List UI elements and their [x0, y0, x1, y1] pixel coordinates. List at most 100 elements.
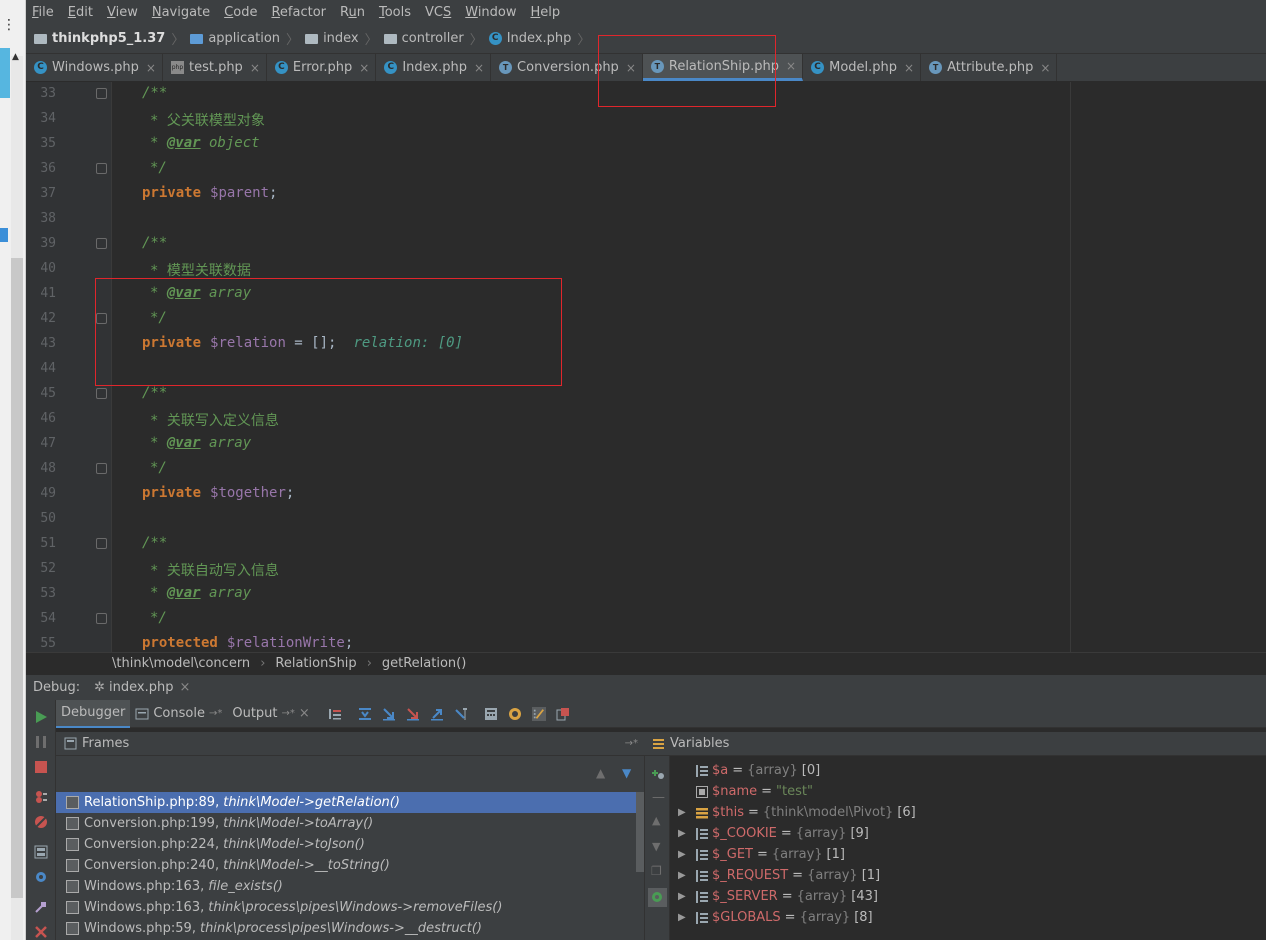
close-icon[interactable] — [34, 925, 48, 939]
step-into-icon[interactable] — [382, 707, 396, 721]
close-tab-icon[interactable]: × — [299, 706, 310, 721]
restore-layout-icon[interactable] — [556, 707, 570, 721]
fold-marker-icon[interactable] — [96, 88, 107, 99]
evaluate-expression-icon[interactable] — [484, 707, 498, 721]
pin-icon[interactable] — [34, 900, 48, 914]
move-up-icon[interactable]: ▲ — [652, 814, 660, 827]
fold-marker-icon[interactable] — [96, 613, 107, 624]
menu-view[interactable]: View — [107, 5, 138, 20]
menu-file[interactable]: File — [32, 5, 54, 20]
settings-gear-icon[interactable] — [34, 870, 48, 884]
variable-row[interactable]: $a = {array} [0] — [674, 760, 820, 781]
previous-frame-icon[interactable]: ▲ — [596, 766, 605, 780]
pin-frames-icon[interactable]: →* — [625, 738, 638, 749]
variable-row[interactable]: ▶ $GLOBALS = {array} [8] — [674, 907, 873, 928]
expand-arrow-icon[interactable]: ▶ — [674, 891, 688, 902]
close-tab-icon[interactable]: × — [146, 61, 156, 75]
force-step-into-icon[interactable] — [406, 707, 420, 721]
breadcrumb-folder-index[interactable]: index 〉 — [305, 29, 378, 48]
stack-frame[interactable]: Windows.php:163, think\process\pipes\Wind… — [56, 897, 636, 918]
menu-run[interactable]: Run — [340, 5, 365, 20]
stack-frame[interactable]: Windows.php:59, think\process\pipes\Windo… — [56, 918, 636, 939]
close-tab-icon[interactable]: × — [359, 61, 369, 75]
menu-tools[interactable]: Tools — [379, 5, 411, 20]
expand-arrow-icon[interactable]: ▶ — [674, 807, 688, 818]
close-tab-icon[interactable]: × — [250, 61, 260, 75]
menu-vcs[interactable]: VCS — [425, 5, 451, 20]
stop-icon[interactable] — [34, 760, 48, 774]
remove-watch-icon[interactable]: — — [652, 790, 665, 805]
fold-marker-icon[interactable] — [96, 163, 107, 174]
breadcrumb-folder-controller[interactable]: controller 〉 — [383, 29, 483, 48]
stack-frame[interactable]: Windows.php:163, file_exists() — [56, 876, 636, 897]
breadcrumb-project[interactable]: thinkphp5_1.37 〉 — [34, 29, 184, 48]
stack-frame[interactable]: Conversion.php:224, think\Model->toJson() — [56, 834, 636, 855]
run-to-cursor-icon[interactable] — [454, 707, 468, 721]
variable-row[interactable]: ▶ $_COOKIE = {array} [9] — [674, 823, 869, 844]
menu-edit[interactable]: Edit — [68, 5, 93, 20]
expand-arrow-icon[interactable]: ▶ — [674, 828, 688, 839]
scroll-up-icon[interactable]: ▲ — [12, 52, 19, 62]
fold-marker-icon[interactable] — [96, 388, 107, 399]
variable-row[interactable]: ▶ $_GET = {array} [1] — [674, 844, 845, 865]
expand-arrow-icon[interactable]: ▶ — [674, 849, 688, 860]
more-icon[interactable]: ⋮ — [2, 18, 16, 32]
toggle-view-icon[interactable] — [531, 706, 546, 721]
step-out-icon[interactable] — [430, 707, 444, 721]
layout-icon[interactable] — [34, 845, 48, 859]
next-frame-icon[interactable]: ▼ — [622, 766, 631, 780]
frames-scrollbar[interactable] — [636, 792, 644, 940]
close-tab-icon[interactable]: × — [1040, 61, 1050, 75]
editor-tab[interactable]: T Attribute.php × — [921, 54, 1058, 81]
crumb-class[interactable]: RelationShip — [275, 656, 356, 671]
pin-tab-icon[interactable]: →* — [209, 708, 222, 719]
editor-tab[interactable]: C Model.php × — [803, 54, 922, 81]
stack-frame[interactable]: RelationShip.php:89, think\Model->getRela… — [56, 792, 636, 813]
expand-arrow-icon[interactable]: ▶ — [674, 870, 688, 881]
menu-help[interactable]: Help — [531, 5, 561, 20]
variable-row[interactable]: ▶ $_SERVER = {array} [43] — [674, 886, 878, 907]
tab-console[interactable]: Console →* — [130, 700, 227, 728]
view-breakpoints-icon[interactable] — [34, 790, 48, 804]
fold-marker-icon[interactable] — [96, 538, 107, 549]
crumb-namespace[interactable]: \think\model\concern — [112, 656, 250, 671]
breadcrumb-file[interactable]: C Index.php 〉 — [488, 29, 590, 48]
fold-marker-icon[interactable] — [96, 463, 107, 474]
pause-icon[interactable] — [34, 735, 48, 749]
close-tab-icon[interactable]: × — [786, 59, 796, 73]
watch-icon[interactable] — [508, 707, 522, 721]
show-watches-icon[interactable] — [648, 888, 667, 907]
expand-arrow-icon[interactable]: ▶ — [674, 912, 688, 923]
variable-row[interactable]: ▶ $_REQUEST = {array} [1] — [674, 865, 880, 886]
stack-frame[interactable]: Conversion.php:240, think\Model->__toStri… — [56, 855, 636, 876]
close-tab-icon[interactable]: × — [904, 61, 914, 75]
editor-tab[interactable]: php test.php × — [163, 54, 267, 81]
move-down-icon[interactable]: ▼ — [652, 840, 660, 853]
stack-frame[interactable]: Conversion.php:199, think\Model->toArray(… — [56, 813, 636, 834]
menu-window[interactable]: Window — [465, 5, 516, 20]
new-watch-icon[interactable] — [650, 766, 665, 781]
fold-marker-icon[interactable] — [96, 238, 107, 249]
crumb-method[interactable]: getRelation() — [382, 656, 466, 671]
tab-output[interactable]: Output →* × — [227, 700, 314, 728]
show-execution-point-icon[interactable] — [328, 707, 342, 721]
editor-tab[interactable]: C Index.php × — [376, 54, 492, 81]
resume-icon[interactable] — [34, 710, 48, 724]
mute-breakpoints-icon[interactable] — [34, 815, 48, 829]
copy-icon[interactable]: ❐ — [651, 864, 662, 878]
menu-code[interactable]: Code — [224, 5, 257, 20]
editor-tab[interactable]: C Windows.php × — [26, 54, 163, 81]
breadcrumb-folder-application[interactable]: application 〉 — [190, 29, 299, 48]
close-tab-icon[interactable]: × — [474, 61, 484, 75]
menu-refactor[interactable]: Refactor — [271, 5, 326, 20]
editor-tab[interactable]: C Error.php × — [267, 54, 377, 81]
close-session-icon[interactable]: × — [180, 680, 191, 695]
left-scrollbar-thumb[interactable] — [11, 258, 23, 898]
variable-row[interactable]: ▶ $this = {think\model\Pivot} [6] — [674, 802, 916, 823]
frames-scroll-thumb[interactable] — [636, 792, 644, 872]
step-over-icon[interactable] — [358, 707, 372, 721]
tab-debugger[interactable]: Debugger — [56, 699, 131, 728]
debug-session-tab[interactable]: index.php — [109, 680, 173, 695]
variable-row[interactable]: $name = "test" — [674, 781, 813, 802]
menu-navigate[interactable]: Navigate — [152, 5, 210, 20]
